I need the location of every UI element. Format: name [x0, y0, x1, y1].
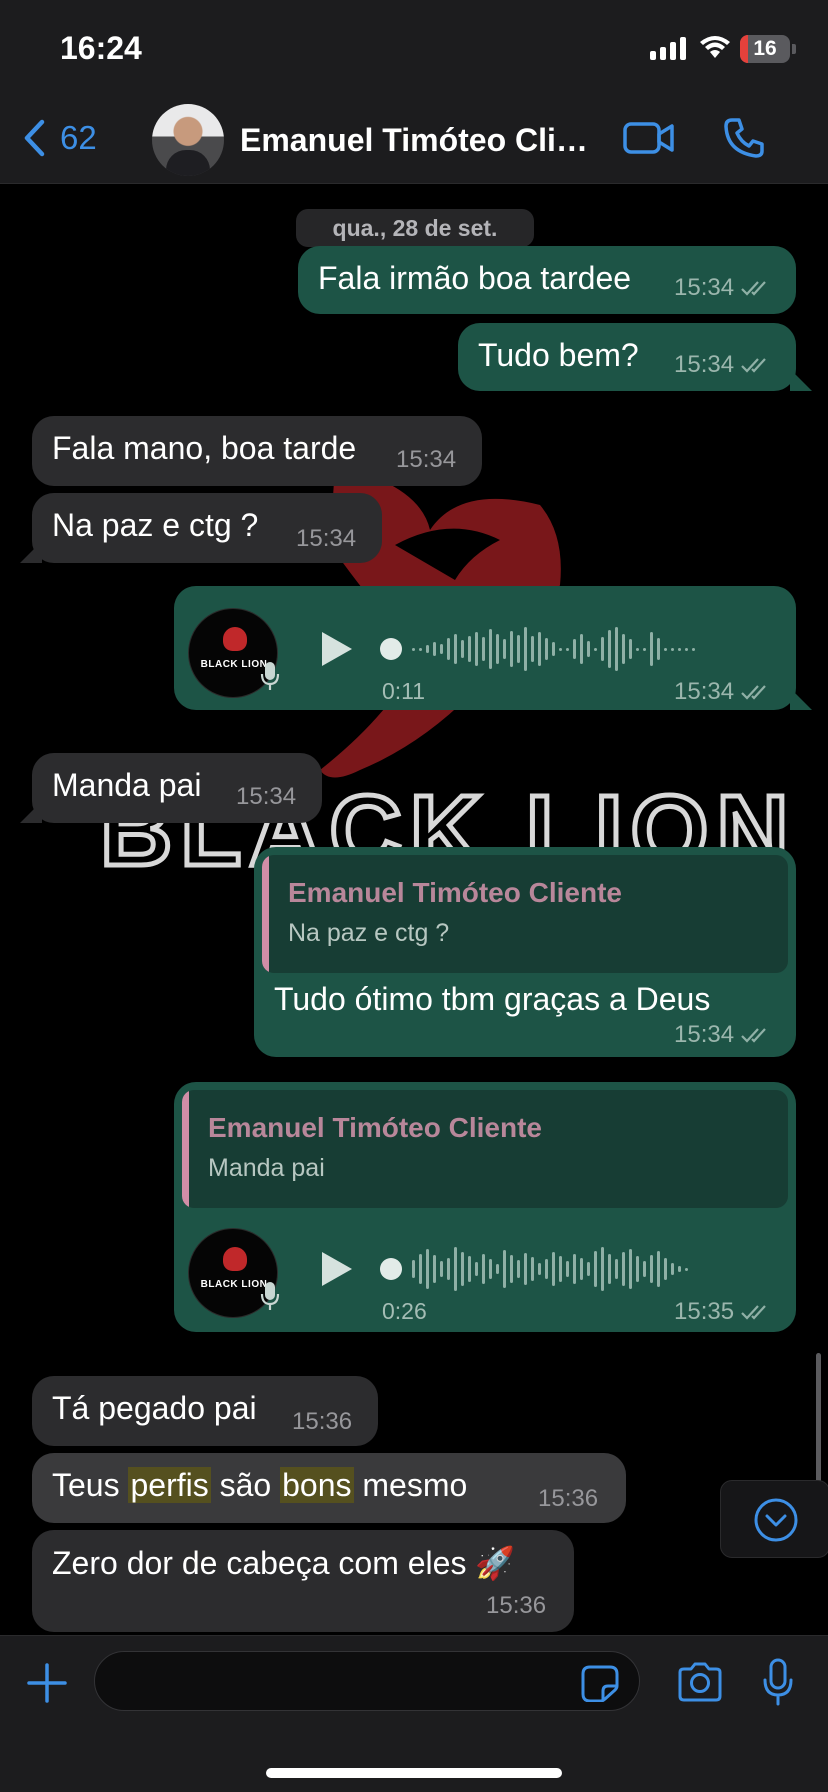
incoming-message[interactable]: Fala mano, boa tarde 15:34 — [32, 416, 482, 486]
camera-icon[interactable] — [676, 1662, 724, 1702]
battery-percent: 16 — [753, 37, 777, 60]
double-check-icon — [741, 685, 766, 700]
message-time: 15:34 — [674, 678, 735, 705]
sticker-icon[interactable] — [580, 1664, 620, 1702]
status-bar: 16:24 16 — [0, 0, 828, 96]
search-highlight: perfis — [128, 1467, 211, 1503]
message-meta: 15:34 — [396, 446, 456, 474]
message-text: Fala irmão boa tardee — [318, 260, 632, 296]
chat-area[interactable]: BLACK LION qua., 28 de set. Fala irmão b… — [0, 185, 828, 1635]
message-text: Tudo ótimo tbm graças a Deus — [274, 981, 711, 1017]
outgoing-message[interactable]: Tudo bem? 15:34 — [458, 323, 796, 391]
incoming-message[interactable]: Na paz e ctg ? 15:34 — [32, 493, 382, 563]
message-meta: 15:34 — [674, 1021, 772, 1049]
quote-author: Emanuel Timóteo Cliente — [288, 877, 622, 908]
wifi-icon — [700, 36, 730, 58]
text-part: mesmo — [353, 1467, 468, 1503]
message-text: Tudo bem? — [478, 337, 639, 373]
status-time: 16:24 — [60, 30, 142, 66]
message-meta: 15:34 — [236, 783, 296, 811]
incoming-message[interactable]: Zero dor de cabeça com eles 🚀 15:36 — [32, 1530, 574, 1632]
incoming-message[interactable]: Teus perfis são bons mesmo 15:36 — [32, 1453, 626, 1523]
message-text: Manda pai — [52, 767, 202, 803]
playhead[interactable] — [380, 1258, 402, 1280]
microphone-icon — [260, 1282, 280, 1310]
scroll-to-bottom-button[interactable] — [720, 1480, 828, 1558]
message-text: Zero dor de cabeça com eles 🚀 — [52, 1545, 516, 1581]
playhead[interactable] — [380, 638, 402, 660]
back-button[interactable]: 62 — [22, 118, 97, 158]
reply-message[interactable]: Emanuel Timóteo Cliente Na paz e ctg ? T… — [254, 847, 796, 1057]
message-time: 15:34 — [674, 1021, 735, 1048]
message-time: 15:36 — [538, 1485, 599, 1512]
cellular-signal-icon — [650, 36, 686, 60]
message-meta: 15:34 — [674, 678, 772, 706]
double-check-icon — [741, 1305, 766, 1320]
play-icon[interactable] — [322, 632, 352, 666]
message-time: 15:35 — [674, 1298, 735, 1325]
search-highlight: bons — [280, 1467, 354, 1503]
message-text: Na paz e ctg ? — [52, 507, 259, 543]
chevron-left-icon — [24, 119, 45, 157]
message-meta: 15:34 — [296, 525, 356, 553]
unread-count: 62 — [60, 119, 97, 156]
message-meta: 15:34 — [674, 274, 772, 302]
audio-waveform[interactable] — [380, 1244, 688, 1294]
incoming-message[interactable]: Manda pai 15:34 — [32, 753, 322, 823]
quote-text: Na paz e ctg ? — [288, 919, 450, 947]
message-time: 15:34 — [296, 525, 357, 552]
message-meta: 15:36 — [486, 1592, 546, 1620]
message-input[interactable] — [94, 1651, 640, 1711]
quoted-message[interactable]: Emanuel Timóteo Cliente Na paz e ctg ? — [262, 855, 788, 973]
message-meta: 15:34 — [674, 351, 772, 379]
message-time: 15:36 — [292, 1408, 353, 1435]
audio-waveform[interactable] — [380, 624, 695, 674]
message-time: 15:34 — [674, 274, 735, 301]
plus-icon[interactable] — [26, 1662, 68, 1704]
message-meta: 15:35 — [674, 1298, 772, 1326]
voice-duration: 0:26 — [382, 1298, 427, 1324]
voice-duration: 0:11 — [382, 678, 426, 704]
message-time: 15:34 — [236, 783, 297, 810]
quote-text: Manda pai — [208, 1154, 325, 1182]
home-indicator — [266, 1768, 562, 1778]
double-check-icon — [741, 358, 766, 373]
text-part: são — [210, 1467, 281, 1503]
message-meta: 15:36 — [292, 1408, 352, 1436]
quote-accent-bar — [262, 855, 269, 973]
microphone-icon[interactable] — [762, 1658, 794, 1706]
quote-accent-bar — [182, 1090, 189, 1208]
double-check-icon — [741, 281, 766, 296]
quoted-message[interactable]: Emanuel Timóteo Cliente Manda pai — [182, 1090, 788, 1208]
chat-header: 62 Emanuel Timóteo Clie... — [0, 96, 828, 184]
microphone-icon — [260, 662, 280, 690]
incoming-message[interactable]: Tá pegado pai 15:36 — [32, 1376, 378, 1446]
message-text: Tá pegado pai — [52, 1390, 257, 1426]
double-check-icon — [741, 1028, 766, 1043]
message-meta: 15:36 — [538, 1485, 598, 1513]
text-part: Teus — [52, 1467, 129, 1503]
message-time: 15:34 — [674, 351, 735, 378]
phone-icon[interactable] — [722, 116, 766, 160]
chevron-down-icon — [754, 1498, 798, 1542]
reply-voice-message[interactable]: Emanuel Timóteo Cliente Manda pai BLACK … — [174, 1082, 796, 1332]
date-divider: qua., 28 de set. — [296, 209, 534, 247]
video-camera-icon[interactable] — [622, 118, 676, 158]
input-bar — [0, 1635, 828, 1792]
play-icon[interactable] — [322, 1252, 352, 1286]
message-text: Teus perfis são bons mesmo — [52, 1467, 467, 1504]
message-time: 15:34 — [396, 446, 457, 473]
quote-author: Emanuel Timóteo Cliente — [208, 1112, 542, 1143]
message-text: Fala mano, boa tarde — [52, 430, 357, 466]
message-time: 15:36 — [486, 1592, 547, 1619]
outgoing-message[interactable]: Fala irmão boa tardee 15:34 — [298, 246, 796, 314]
battery-icon: 16 — [740, 35, 790, 63]
contact-name[interactable]: Emanuel Timóteo Clie... — [240, 122, 600, 159]
battery-nub — [792, 44, 796, 54]
contact-avatar[interactable] — [152, 104, 224, 176]
voice-message[interactable]: BLACK LION 0:11 15:34 — [174, 586, 796, 710]
